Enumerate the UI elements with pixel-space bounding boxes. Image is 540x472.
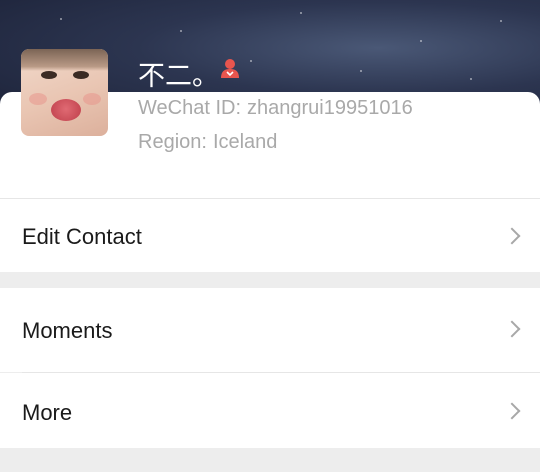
region-value: Iceland bbox=[212, 131, 278, 153]
moments-row[interactable]: Moments bbox=[0, 288, 540, 372]
edit-contact-label: Edit Contact bbox=[22, 224, 142, 249]
region-label: Region: bbox=[138, 131, 207, 153]
avatar[interactable] bbox=[21, 49, 108, 136]
wechat-id-value: zhangrui19951016 bbox=[247, 97, 413, 119]
wechat-id-label: WeChat ID: bbox=[138, 97, 241, 119]
wechat-id-line: WeChat ID: zhangrui19951016 bbox=[138, 97, 413, 120]
status-person-icon[interactable] bbox=[219, 57, 241, 79]
profile-nickname: 不二。 bbox=[138, 61, 219, 92]
moments-label: Moments bbox=[22, 318, 113, 343]
chevron-right-icon bbox=[503, 402, 521, 420]
chevron-right-icon bbox=[503, 320, 521, 338]
more-label: More bbox=[22, 400, 73, 425]
edit-contact-row[interactable]: Edit Contact bbox=[0, 199, 540, 272]
region-line: Region: Iceland bbox=[138, 131, 277, 154]
more-row[interactable]: More bbox=[0, 373, 540, 448]
chevron-right-icon bbox=[503, 227, 521, 245]
